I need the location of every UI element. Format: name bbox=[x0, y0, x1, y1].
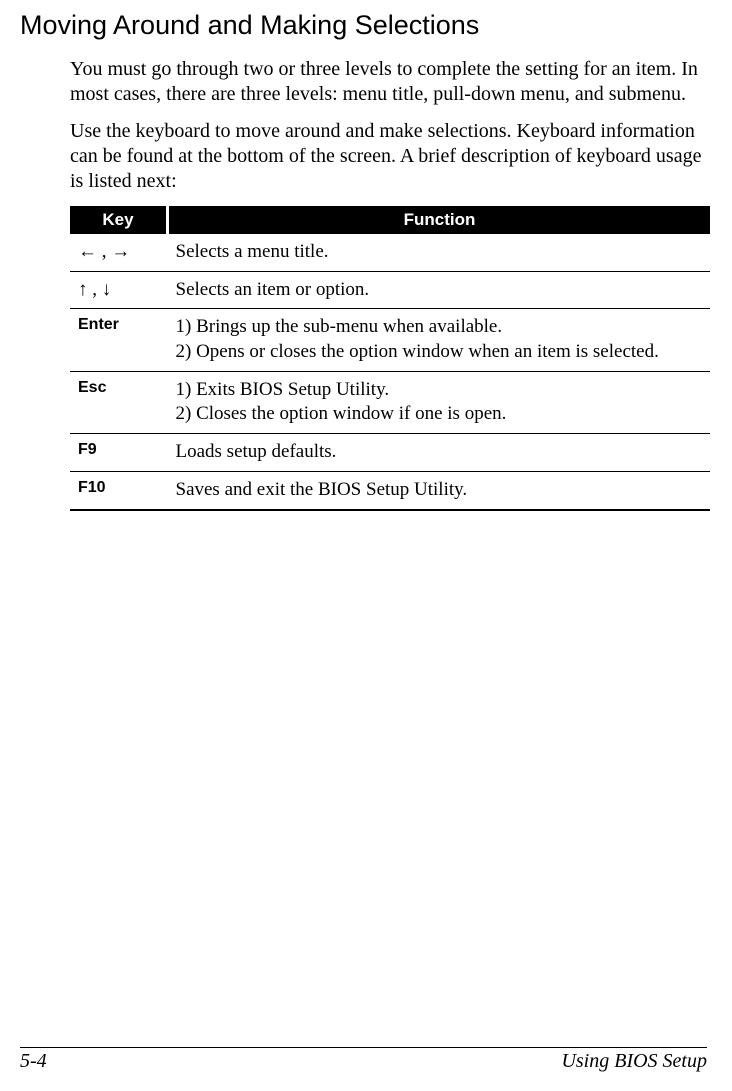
table-row: F9Loads setup defaults. bbox=[70, 434, 710, 472]
page-number: 5-4 bbox=[20, 1050, 47, 1073]
keyboard-table: Key Function ← , →Selects a menu title.↑… bbox=[70, 206, 710, 511]
table-header-key: Key bbox=[70, 206, 168, 234]
table-row: ← , →Selects a menu title. bbox=[70, 234, 710, 271]
key-cell: F9 bbox=[70, 434, 168, 472]
paragraph-1: You must go through two or three levels … bbox=[70, 57, 707, 107]
page-footer: 5-4 Using BIOS Setup bbox=[20, 1047, 707, 1073]
key-cell: ← , → bbox=[70, 234, 168, 271]
function-cell: Saves and exit the BIOS Setup Utility. bbox=[168, 471, 711, 509]
function-cell: 1) Exits BIOS Setup Utility.2) Closes th… bbox=[168, 371, 711, 433]
table-row: Enter1) Brings up the sub-menu when avai… bbox=[70, 309, 710, 371]
key-cell: Enter bbox=[70, 309, 168, 371]
key-cell: Esc bbox=[70, 371, 168, 433]
page-heading: Moving Around and Making Selections bbox=[20, 10, 707, 41]
function-cell: Selects a menu title. bbox=[168, 234, 711, 271]
key-cell: F10 bbox=[70, 471, 168, 509]
table-row: Esc1) Exits BIOS Setup Utility.2) Closes… bbox=[70, 371, 710, 433]
key-cell: ↑ , ↓ bbox=[70, 271, 168, 309]
function-cell: 1) Brings up the sub-menu when available… bbox=[168, 309, 711, 371]
table-row: ↑ , ↓Selects an item or option. bbox=[70, 271, 710, 309]
section-title: Using BIOS Setup bbox=[561, 1050, 707, 1073]
table-row: F10Saves and exit the BIOS Setup Utility… bbox=[70, 471, 710, 509]
function-cell: Loads setup defaults. bbox=[168, 434, 711, 472]
paragraph-2: Use the keyboard to move around and make… bbox=[70, 119, 707, 194]
table-header-function: Function bbox=[168, 206, 711, 234]
function-cell: Selects an item or option. bbox=[168, 271, 711, 309]
